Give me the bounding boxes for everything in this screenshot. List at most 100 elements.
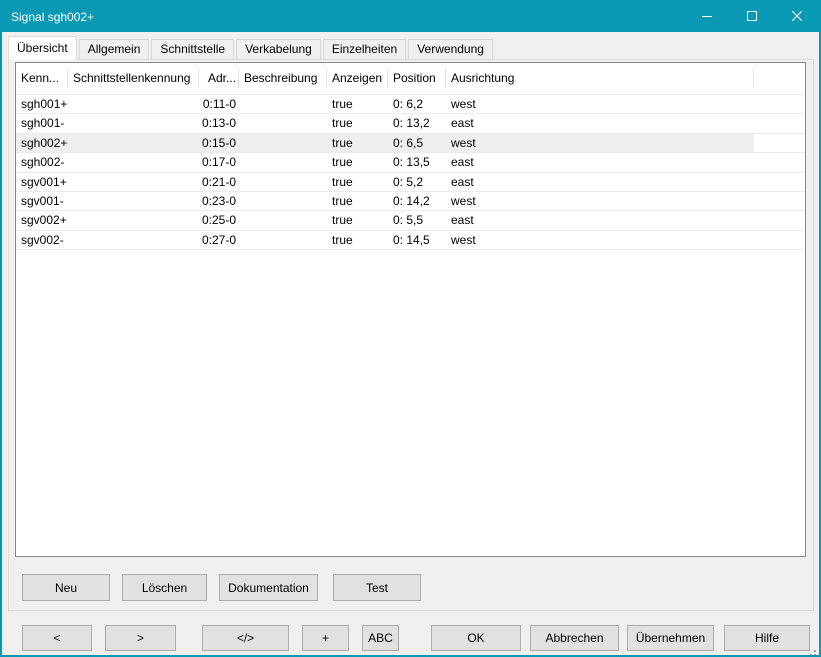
cell-kennung: sgv002-: [16, 231, 68, 249]
cell-filler: [754, 134, 805, 152]
cell-ausrichtung: west: [446, 95, 754, 113]
cell-anzeigen: true: [327, 134, 388, 152]
cell-anzeigen: true: [327, 211, 388, 229]
action-button-bar: Neu Löschen Dokumentation Test: [2, 574, 819, 601]
cell-position: 0: 5,2: [388, 173, 446, 191]
cell-ausrichtung: east: [446, 211, 754, 229]
table-row-sgv002+[interactable]: sgv002+0:25-0true0: 5,5east: [16, 211, 805, 230]
cell-filler: [754, 231, 805, 249]
cell-beschreibung: [239, 211, 327, 229]
minimize-button[interactable]: [684, 2, 729, 32]
cell-position: 0: 6,2: [388, 95, 446, 113]
abbrechen-button[interactable]: Abbrechen: [530, 625, 619, 651]
cell-kennung: sgh001+: [16, 95, 68, 113]
cell-position: 0: 14,2: [388, 192, 446, 210]
cell-beschreibung: [239, 231, 327, 249]
cell-anzeigen: true: [327, 192, 388, 210]
cell-adresse: 0:11-0: [199, 95, 239, 113]
cell-anzeigen: true: [327, 95, 388, 113]
titlebar-controls: [684, 2, 819, 32]
cell-schnittstellenkennung: [68, 95, 199, 113]
cell-schnittstellenkennung: [68, 153, 199, 171]
cell-anzeigen: true: [327, 231, 388, 249]
tab-schnittstelle[interactable]: Schnittstelle: [151, 39, 234, 60]
tab-bersicht[interactable]: Übersicht: [8, 36, 77, 60]
cell-filler: [754, 211, 805, 229]
cell-adresse: 0:25-0: [199, 211, 239, 229]
cell-kennung: sgh002+: [16, 134, 68, 152]
cell-adresse: 0:13-0: [199, 114, 239, 132]
cell-filler: [754, 153, 805, 171]
maximize-button[interactable]: [729, 2, 774, 32]
column-header-adresse[interactable]: Adr...: [199, 63, 239, 94]
column-header-filler: [754, 63, 805, 94]
cell-beschreibung: [239, 153, 327, 171]
tab-verwendung[interactable]: Verwendung: [408, 39, 493, 60]
dokumentation-button[interactable]: Dokumentation: [219, 574, 318, 601]
nav-back-button[interactable]: <: [22, 625, 92, 651]
uebernehmen-button[interactable]: Übernehmen: [627, 625, 714, 651]
column-header-schnittstellenkennung[interactable]: Schnittstellenkennung: [68, 63, 199, 94]
hilfe-button[interactable]: Hilfe: [724, 625, 810, 651]
cell-adresse: 0:23-0: [199, 192, 239, 210]
window-title: Signal sgh002+: [11, 2, 94, 32]
close-icon: [792, 10, 802, 24]
cell-position: 0: 13,5: [388, 153, 446, 171]
tab-verkabelung[interactable]: Verkabelung: [236, 39, 321, 60]
cell-schnittstellenkennung: [68, 211, 199, 229]
signal-dialog: Signal sgh002+ ÜbersichtAllgemeinSchnitt…: [0, 0, 821, 657]
table-row-sgh001+[interactable]: sgh001+ 0:11-0 true0: 6,2west: [16, 95, 805, 114]
column-header-position[interactable]: Position: [388, 63, 446, 94]
column-header-ausrichtung[interactable]: Ausrichtung: [446, 63, 754, 94]
cell-position: 0: 14,5: [388, 231, 446, 249]
table-row-sgv001+[interactable]: sgv001+0:21-0true0: 5,2east: [16, 173, 805, 192]
cell-filler: [754, 192, 805, 210]
table-row-sgh001-[interactable]: sgh001-0:13-0true0: 13,2east: [16, 114, 805, 133]
loeschen-button[interactable]: Löschen: [122, 574, 207, 601]
tab-einzelheiten[interactable]: Einzelheiten: [323, 39, 406, 60]
cell-adresse: 0:15-0: [199, 134, 239, 152]
tab-allgemein[interactable]: Allgemein: [79, 39, 150, 60]
cell-beschreibung: [239, 134, 327, 152]
cell-position: 0: 6,5: [388, 134, 446, 152]
test-button[interactable]: Test: [333, 574, 421, 601]
table-body: sgh001+0:11-0true0: 6,2westsgh001-0:13-0…: [16, 95, 805, 250]
code-view-button[interactable]: </>: [202, 625, 289, 651]
cell-ausrichtung: west: [446, 134, 754, 152]
cell-filler: [754, 114, 805, 132]
cell-schnittstellenkennung: [68, 192, 199, 210]
cell-schnittstellenkennung: [68, 231, 199, 249]
cell-ausrichtung: east: [446, 114, 754, 132]
plus-button[interactable]: +: [302, 625, 349, 651]
table-row-sgh002+[interactable]: sgh002+ 0:15-0 true0: 6,5west: [16, 134, 805, 153]
column-header-anzeigen[interactable]: Anzeigen: [327, 63, 388, 94]
cell-beschreibung: [239, 114, 327, 132]
nav-forward-button[interactable]: >: [105, 625, 176, 651]
abc-button[interactable]: ABC: [362, 625, 399, 651]
bottom-button-bar: < > </> + ABC OK Abbrechen Übernehmen Hilfe: [2, 625, 819, 651]
tab-strip: ÜbersichtAllgemeinSchnittstelleVerkabelu…: [8, 36, 495, 60]
table-row-sgh002-[interactable]: sgh002-0:17-0true0: 13,5east: [16, 153, 805, 172]
close-button[interactable]: [774, 2, 819, 32]
cell-anzeigen: true: [327, 114, 388, 132]
cell-kennung: sgh002-: [16, 153, 68, 171]
cell-ausrichtung: west: [446, 192, 754, 210]
cell-beschreibung: [239, 95, 327, 113]
column-header-beschreibung[interactable]: Beschreibung: [239, 63, 327, 94]
cell-adresse: 0:21-0: [199, 173, 239, 191]
cell-ausrichtung: east: [446, 173, 754, 191]
table-row-sgv001-[interactable]: sgv001-0:23-0true0: 14,2west: [16, 192, 805, 211]
minimize-icon: [702, 10, 712, 24]
neu-button[interactable]: Neu: [22, 574, 110, 601]
ok-button[interactable]: OK: [431, 625, 521, 651]
cell-beschreibung: [239, 192, 327, 210]
column-header-kennung[interactable]: Kenn...: [16, 63, 68, 94]
cell-schnittstellenkennung: [68, 173, 199, 191]
cell-filler: [754, 173, 805, 191]
cell-schnittstellenkennung: [68, 134, 199, 152]
table-header: Kenn...SchnittstellenkennungAdr...Beschr…: [16, 63, 805, 95]
table-row-sgv002-[interactable]: sgv002-0:27-0true0: 14,5west: [16, 231, 805, 250]
cell-adresse: 0:17-0: [199, 153, 239, 171]
cell-anzeigen: true: [327, 173, 388, 191]
titlebar[interactable]: Signal sgh002+: [2, 2, 819, 32]
